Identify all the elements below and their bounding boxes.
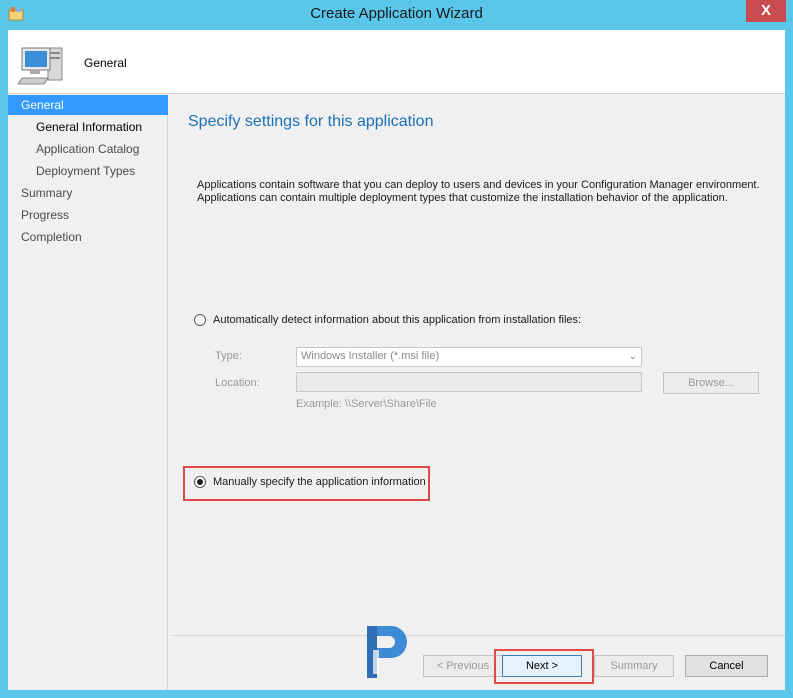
nav-item-general[interactable]: General [8, 95, 168, 115]
chevron-down-icon: ⌄ [628, 351, 637, 362]
summary-button[interactable]: Summary [594, 655, 674, 677]
wizard-client: General General General Information Appl… [8, 30, 785, 690]
location-label: Location: [215, 377, 260, 389]
type-select-value: Windows Installer (*.msi file) [301, 350, 440, 362]
wizard-nav: General General Information Application … [8, 95, 168, 690]
manual-label[interactable]: Manually specify the application informa… [213, 476, 426, 488]
nav-item-application-catalog[interactable]: Application Catalog [8, 139, 168, 159]
computer-icon [18, 47, 63, 85]
next-button[interactable]: Next > [502, 655, 582, 677]
type-label: Type: [215, 350, 242, 362]
title-bar[interactable]: Create Application Wizard X [0, 0, 793, 30]
header-title: General [84, 56, 127, 70]
nav-item-deployment-types[interactable]: Deployment Types [8, 161, 168, 181]
cancel-button[interactable]: Cancel [685, 655, 768, 677]
auto-detect-radio[interactable] [194, 314, 206, 326]
previous-button[interactable]: < Previous [423, 655, 503, 677]
nav-item-completion[interactable]: Completion [8, 227, 168, 247]
nav-item-summary[interactable]: Summary [8, 183, 168, 203]
location-example: Example: \\Server\Share\File [296, 398, 437, 410]
window-title: Create Application Wizard [310, 5, 483, 22]
wizard-content: Specify settings for this application Ap… [172, 95, 785, 635]
watermark-logo-icon [367, 626, 407, 678]
wizard-window: Create Application Wizard X General Gene… [0, 0, 793, 698]
type-select[interactable]: Windows Installer (*.msi file) ⌄ [296, 347, 642, 367]
nav-item-general-information[interactable]: General Information [8, 117, 168, 137]
nav-item-progress[interactable]: Progress [8, 205, 168, 225]
location-input[interactable] [296, 372, 642, 392]
browse-button[interactable]: Browse... [663, 372, 759, 394]
wizard-header: General [8, 30, 785, 94]
page-description: Applications contain software that you c… [197, 179, 760, 204]
close-button[interactable]: X [746, 0, 786, 22]
page-title: Specify settings for this application [188, 113, 434, 130]
manual-radio[interactable] [194, 476, 206, 488]
auto-detect-label[interactable]: Automatically detect information about t… [213, 314, 581, 326]
